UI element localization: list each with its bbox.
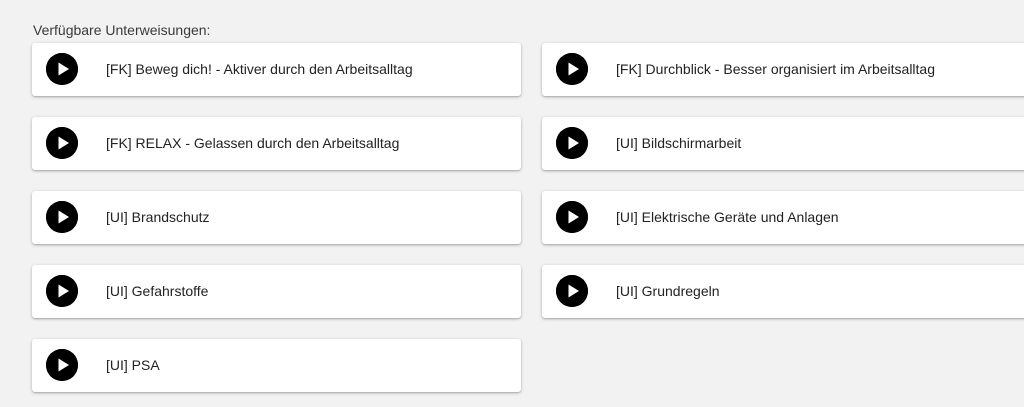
play-icon[interactable] [46,349,78,381]
instruction-label: [UI] Bildschirmarbeit [616,135,742,151]
page-heading: Verfügbare Unterweisungen: [33,22,211,38]
instruction-card[interactable]: [UI] Elektrische Geräte und Anlagen [542,191,1024,244]
play-icon[interactable] [556,201,588,233]
instruction-list: [FK] Beweg dich! - Aktiver durch den Arb… [32,43,1024,392]
instruction-label: [UI] Brandschutz [106,209,210,225]
instruction-card[interactable]: [UI] Grundregeln [542,265,1024,318]
play-icon[interactable] [556,53,588,85]
instruction-card[interactable]: [FK] RELAX - Gelassen durch den Arbeitsa… [32,117,521,170]
instruction-label: [UI] Elektrische Geräte und Anlagen [616,209,839,225]
instruction-card[interactable]: [FK] Durchblick - Besser organisiert im … [542,43,1024,96]
play-icon[interactable] [46,275,78,307]
play-icon[interactable] [556,275,588,307]
instruction-label: [UI] Gefahrstoffe [106,283,209,299]
instruction-label: [FK] Durchblick - Besser organisiert im … [616,61,935,77]
instruction-card[interactable]: [FK] Beweg dich! - Aktiver durch den Arb… [32,43,521,96]
instruction-card[interactable]: [UI] PSA [32,339,521,392]
instruction-label: [FK] RELAX - Gelassen durch den Arbeitsa… [106,135,400,151]
play-icon[interactable] [46,53,78,85]
instruction-card[interactable]: [UI] Gefahrstoffe [32,265,521,318]
play-icon[interactable] [46,127,78,159]
play-icon[interactable] [556,127,588,159]
instruction-label: [UI] PSA [106,357,160,373]
instruction-card[interactable]: [UI] Bildschirmarbeit [542,117,1024,170]
instruction-label: [FK] Beweg dich! - Aktiver durch den Arb… [106,61,413,77]
instruction-card[interactable]: [UI] Brandschutz [32,191,521,244]
instruction-label: [UI] Grundregeln [616,283,720,299]
page: Verfügbare Unterweisungen: [FK] Beweg di… [0,0,1024,407]
play-icon[interactable] [46,201,78,233]
